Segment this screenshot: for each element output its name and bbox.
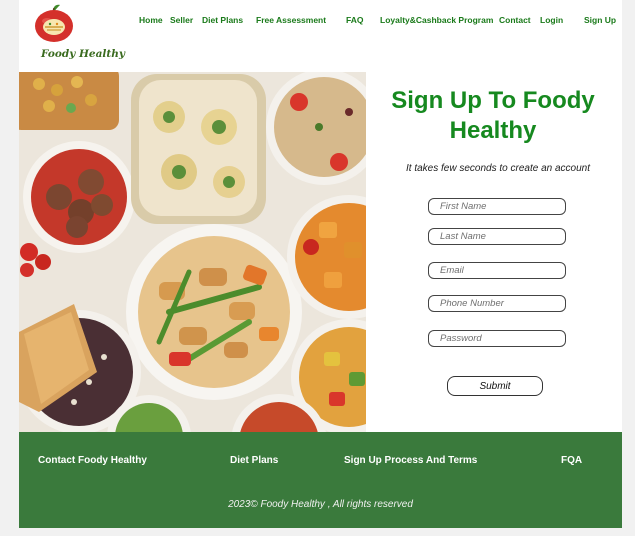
password-field[interactable]	[428, 330, 566, 347]
nav-sign-up[interactable]: Sign Up	[584, 15, 616, 25]
nav-loyalty-cashback[interactable]: Loyalty&Cashback Program	[380, 15, 493, 25]
food-photo	[19, 72, 366, 432]
nav-diet-plans[interactable]: Diet Plans	[202, 15, 243, 25]
brand-logo[interactable]: Foody Healthy	[20, 3, 125, 60]
footer-link-contact[interactable]: Contact Foody Healthy	[38, 455, 147, 466]
footer-link-signup-terms[interactable]: Sign Up Process And Terms	[344, 455, 477, 466]
copyright-text: 2023© Foody Healthy , All rights reserve…	[228, 499, 413, 510]
page-title: Sign Up To Foody Healthy	[391, 87, 595, 144]
page-subtitle: It takes few seconds to create an accoun…	[406, 163, 590, 174]
phone-number-field[interactable]	[428, 295, 566, 312]
nav-home[interactable]: Home	[139, 15, 163, 25]
nav-seller[interactable]: Seller	[170, 15, 193, 25]
footer: Contact Foody Healthy Diet Plans Sign Up…	[19, 432, 622, 528]
footer-link-diet-plans[interactable]: Diet Plans	[230, 455, 278, 466]
footer-link-fqa[interactable]: FQA	[561, 455, 582, 466]
email-field[interactable]	[428, 262, 566, 279]
nav-free-assessment[interactable]: Free Assessment	[256, 15, 326, 25]
apple-logo-icon	[35, 4, 73, 42]
nav-faq[interactable]: FAQ	[346, 15, 363, 25]
nav-login[interactable]: Login	[540, 15, 563, 25]
first-name-field[interactable]	[428, 198, 566, 215]
last-name-field[interactable]	[428, 228, 566, 245]
submit-button[interactable]: Submit	[447, 376, 543, 396]
brand-name: Foody Healthy	[41, 48, 125, 60]
nav-contact[interactable]: Contact	[499, 15, 531, 25]
